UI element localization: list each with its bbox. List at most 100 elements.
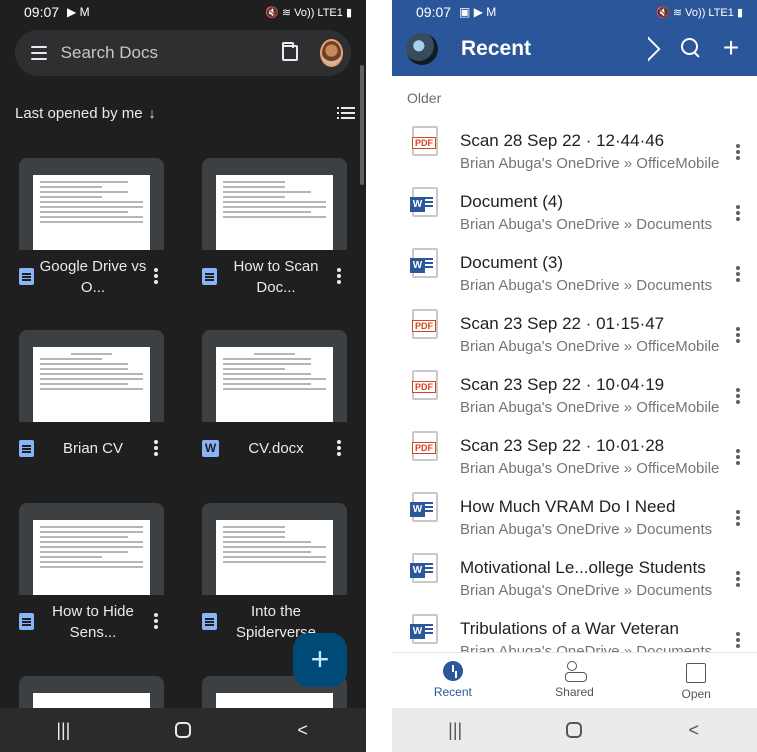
list-item[interactable]: PDF Scan 23 Sep 22 · 01·15·47 Brian Abug… [392,293,757,355]
file-location: Brian Abuga's OneDrive » OfficeMobile [460,399,720,416]
document-thumbnail[interactable] [19,503,164,595]
more-options-icon[interactable] [736,266,740,282]
google-doc-icon [19,268,34,285]
word-file-icon: W [410,187,438,217]
bottom-tab-bar: Recent Shared Open [392,652,757,706]
tab-shared[interactable]: Shared [514,653,636,706]
word-file-icon: W [202,440,219,457]
more-options-icon[interactable] [736,205,740,221]
panel-divider [366,0,392,752]
file-location: Brian Abuga's OneDrive » Documents [460,216,713,233]
tab-recent[interactable]: Recent [392,653,514,706]
search-input[interactable] [60,43,282,63]
status-notification-icons: ▶ M [67,5,90,19]
recents-button[interactable]: ||| [48,720,78,741]
status-time: 09:07 [24,4,60,20]
document-thumbnail[interactable] [19,676,164,708]
file-title: Tribulations of a War Veteran [460,619,679,638]
list-item[interactable]: W Document (3) Brian Abuga's OneDrive » … [392,232,757,294]
document-thumbnail[interactable] [202,158,347,250]
avatar[interactable] [406,33,438,65]
document-card[interactable]: Into the Spiderverse [202,503,347,649]
more-options-icon[interactable] [154,613,158,629]
more-options-icon[interactable] [154,268,158,284]
status-system-icons: 🔇 ≋ Vo)) LTE1 ▮ [656,6,743,19]
recents-button[interactable]: ||| [440,720,470,741]
document-card[interactable]: Google Drive vs O... [19,158,164,304]
sort-label[interactable]: Last opened by me [15,105,143,122]
file-title: Document (3) [460,253,563,272]
more-options-icon[interactable] [736,510,740,526]
search-bar[interactable] [15,30,351,76]
file-title: Scan 23 Sep 22 · 10·01·28 [460,436,665,455]
document-card[interactable] [19,676,164,708]
file-location: Brian Abuga's OneDrive » OfficeMobile [460,155,720,172]
more-options-icon[interactable] [736,388,740,404]
file-title: How Much VRAM Do I Need [460,497,676,516]
list-view-icon[interactable] [337,107,355,119]
google-doc-icon [19,440,34,457]
document-card[interactable]: How to Hide Sens... [19,503,164,649]
folder-icon[interactable] [281,42,299,61]
tab-open[interactable]: Open [635,653,757,706]
document-thumbnail[interactable] [19,330,164,422]
list-item[interactable]: PDF Scan 23 Sep 22 · 10·01·28 Brian Abug… [392,415,757,477]
document-card[interactable]: How to Scan Doc... [202,158,347,304]
google-docs-screen: 09:07 ▶ M 🔇 ≋ Vo)) LTE1 ▮ Last opened by… [0,0,366,752]
menu-icon[interactable] [31,46,47,60]
home-button[interactable] [566,722,583,738]
file-location: Brian Abuga's OneDrive » Documents [460,521,713,538]
list-item[interactable]: W Motivational Le...ollege Students Bria… [392,537,757,599]
file-location: Brian Abuga's OneDrive » OfficeMobile [460,460,720,477]
tab-label: Open [681,686,711,701]
home-button[interactable] [174,722,191,738]
list-item[interactable]: PDF Scan 28 Sep 22 · 12·44·46 Brian Abug… [392,110,757,172]
section-header: Older [407,90,442,106]
more-options-icon[interactable] [736,632,740,648]
back-button[interactable]: < [679,720,709,741]
document-title: Brian CV [62,440,124,457]
pdf-file-icon: PDF [412,370,438,400]
list-item[interactable]: W How Much VRAM Do I Need Brian Abuga's … [392,476,757,538]
file-title: Scan 23 Sep 22 · 10·04·19 [460,375,665,394]
more-options-icon[interactable] [736,327,740,343]
list-item[interactable]: PDF Scan 23 Sep 22 · 10·04·19 Brian Abug… [392,354,757,416]
recent-file-list: PDF Scan 28 Sep 22 · 12·44·46 Brian Abug… [392,110,757,660]
office-mobile-screen: 09:07 ▣ ▶ M 🔇 ≋ Vo)) LTE1 ▮ Recent + Old… [392,0,757,752]
word-file-icon: W [410,492,438,522]
document-thumbnail[interactable] [202,503,347,595]
tab-label: Recent [433,684,472,699]
list-item[interactable]: W Tribulations of a War Veteran Brian Ab… [392,598,757,660]
document-card[interactable]: Brian CV [19,330,164,476]
system-nav-bar: ||| < [0,708,366,752]
document-thumbnail[interactable] [19,158,164,250]
more-options-icon[interactable] [154,440,158,456]
document-title: CV.docx [248,440,304,457]
document-card[interactable]: W CV.docx [202,330,347,476]
document-thumbnail[interactable] [202,330,347,422]
more-options-icon[interactable] [736,449,740,465]
folder-icon [686,662,707,683]
more-options-icon[interactable] [736,571,740,587]
more-options-icon[interactable] [337,268,341,284]
avatar[interactable] [320,39,343,67]
status-bar: 09:07 ▶ M 🔇 ≋ Vo)) LTE1 ▮ [0,0,366,24]
list-item[interactable]: W Document (4) Brian Abuga's OneDrive » … [392,171,757,233]
more-options-icon[interactable] [736,144,740,160]
status-bar: 09:07 ▣ ▶ M 🔇 ≋ Vo)) LTE1 ▮ [392,0,757,24]
back-button[interactable]: < [288,720,318,741]
word-file-icon: W [410,553,438,583]
new-document-button[interactable]: + [293,633,347,687]
search-icon[interactable] [679,36,703,60]
page-title: Recent [461,37,532,60]
more-options-icon[interactable] [337,440,341,456]
google-doc-icon [202,613,217,630]
word-file-icon: W [410,614,438,644]
scrollbar[interactable] [360,65,364,185]
premium-diamond-icon[interactable] [636,36,660,60]
system-nav-bar: ||| < [392,708,757,752]
app-header: 09:07 ▣ ▶ M 🔇 ≋ Vo)) LTE1 ▮ Recent + [392,0,757,76]
add-icon[interactable]: + [719,34,743,62]
google-doc-icon [202,268,217,285]
sort-arrow-icon[interactable]: ↓ [149,105,156,121]
